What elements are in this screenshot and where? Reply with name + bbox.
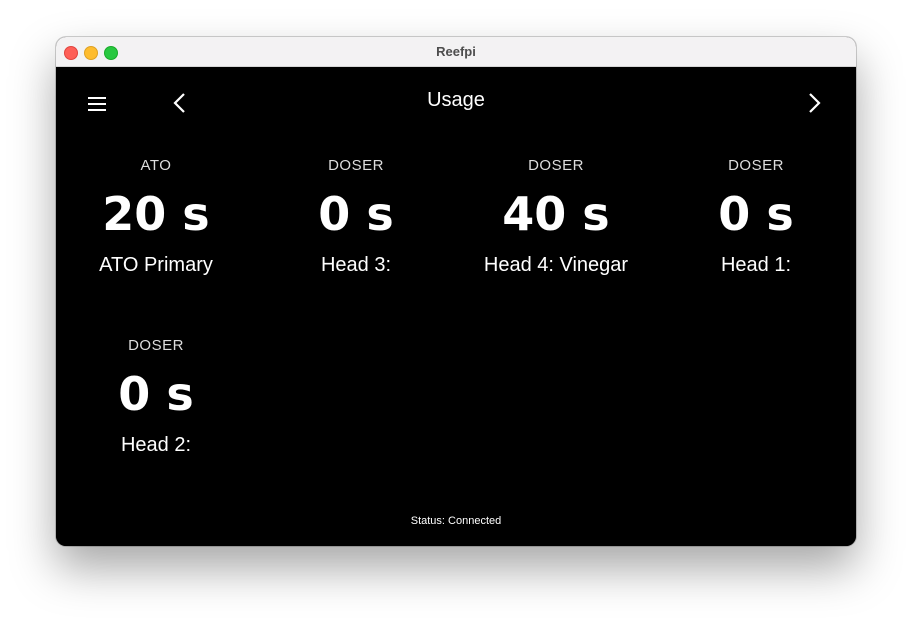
hamburger-menu-icon[interactable] [88,97,106,111]
card-type-label: ATO [140,157,172,174]
card-type-label: DOSER [528,157,584,174]
card-type-label: DOSER [328,157,384,174]
card-usage-value: 0 s [118,367,194,421]
chevron-left-icon[interactable] [170,91,190,115]
window-title: Reefpi [436,44,476,59]
card-usage-value: 40 s [502,187,610,241]
page-title: Usage [427,89,485,111]
card-type-label: DOSER [128,337,184,354]
card-name-label: Head 3: [320,254,392,276]
card-type-label: DOSER [728,157,784,174]
connection-status: Status: Connected [410,515,502,527]
card-name-label: Head 2: [120,434,192,456]
card-usage-value: 0 s [318,187,394,241]
app-window: Reefpi Usage ATO 20 s ATO Primary DOSER … [56,37,856,546]
card-usage-value: 0 s [718,187,794,241]
card-name-label: Head 1: [720,254,792,276]
card-name-label: ATO Primary [99,254,213,276]
usage-screen: Usage ATO 20 s ATO Primary DOSER 0 s Hea… [56,67,856,546]
chevron-right-icon[interactable] [804,91,824,115]
card-usage-value: 20 s [102,187,210,241]
card-name-label: Head 4: Vinegar [483,254,629,276]
title-bar: Reefpi [56,37,856,67]
